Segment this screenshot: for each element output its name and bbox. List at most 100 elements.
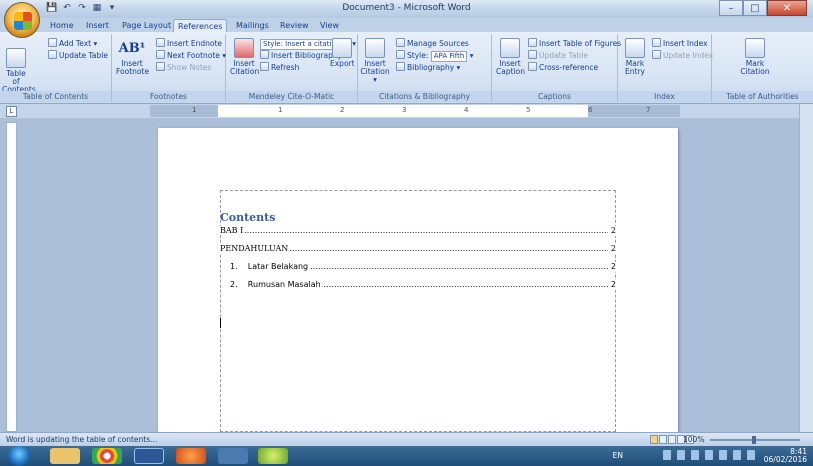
insert-index-icon (652, 38, 661, 47)
file-explorer-icon[interactable] (50, 448, 80, 464)
insert-footnote-label-2: Footnote (116, 67, 150, 76)
toc-entry[interactable]: …………………………………………………………………………………………………………… (220, 262, 616, 272)
word-taskbar-icon[interactable] (134, 448, 164, 464)
text-cursor (220, 318, 221, 328)
print-layout-view-icon[interactable] (650, 435, 658, 444)
insert-caption-button[interactable]: Insert Caption (496, 38, 525, 76)
captions-update-table-label: Update Table (539, 51, 588, 60)
volume-icon[interactable] (733, 450, 741, 460)
group-label-authorities: Table of Authorities (712, 91, 813, 102)
toc-entry[interactable]: …………………………………………………………………………………………………………… (220, 226, 616, 236)
ruler-bar: L 1 1 2 3 4 5 6 7 (0, 104, 813, 118)
group-label-index: Index (618, 91, 711, 102)
tab-review[interactable]: Review (276, 19, 313, 32)
refresh-icon (260, 62, 269, 71)
ruler-number: 2 (340, 106, 345, 114)
tray-icon[interactable] (677, 450, 685, 460)
insert-footnote-button[interactable]: AB¹ Insert Footnote (116, 38, 150, 76)
toc-entry-page: 2 (609, 280, 616, 290)
paint-icon[interactable] (218, 448, 248, 464)
vertical-scrollbar[interactable] (799, 104, 813, 432)
clock[interactable]: 8:41 06/02/2016 (764, 448, 807, 464)
zoom-slider-handle[interactable] (752, 436, 756, 444)
tray-icon[interactable] (663, 450, 671, 460)
bibliography-icon (396, 62, 405, 71)
flag-icon[interactable] (747, 450, 755, 460)
update-table-button[interactable]: Update Table (48, 50, 108, 61)
group-footnotes: AB¹ Insert Footnote Insert Endnote Next … (112, 34, 226, 102)
ruler-number: 7 (646, 106, 651, 114)
ruler-number: 6 (588, 106, 593, 114)
update-table-label: Update Table (59, 51, 108, 60)
clock-date: 06/02/2016 (763, 455, 807, 464)
toc-entry[interactable]: …………………………………………………………………………………………………………… (220, 244, 616, 254)
tab-view[interactable]: View (316, 19, 343, 32)
table-of-contents-button[interactable]: Table of Contents (2, 48, 36, 94)
next-footnote-icon (156, 50, 165, 59)
bibliography-label: Bibliography (407, 63, 455, 72)
update-index-button[interactable]: Update Index (652, 50, 713, 61)
cross-reference-label: Cross-reference (539, 63, 599, 72)
close-button[interactable]: ✕ (767, 0, 807, 16)
group-label-mendeley: Mendeley Cite-O-Matic (226, 91, 357, 102)
toc-entry-label: BAB I (220, 226, 245, 235)
tray-icon[interactable] (719, 450, 727, 460)
export-button[interactable]: Export (330, 38, 355, 68)
group-table-of-contents: Table of Contents Add Text ▾ Update Tabl… (0, 34, 112, 102)
style-value: APA Fifth (430, 51, 468, 62)
manage-sources-label: Manage Sources (407, 39, 469, 48)
ribbon: Table of Contents Add Text ▾ Update Tabl… (0, 32, 813, 104)
tray-icon[interactable] (705, 450, 713, 460)
ruler-number: 3 (402, 106, 407, 114)
tab-mailings[interactable]: Mailings (232, 19, 273, 32)
vertical-ruler[interactable] (6, 122, 17, 432)
tab-selector-icon[interactable]: L (6, 106, 17, 117)
update-table-icon (48, 50, 57, 59)
tray-icon[interactable] (691, 450, 699, 460)
captions-update-table-button[interactable]: Update Table (528, 50, 588, 61)
insert-table-of-figures-button[interactable]: Insert Table of Figures (528, 38, 621, 49)
tab-insert[interactable]: Insert (82, 19, 113, 32)
insert-citation-button[interactable]: Insert Citation ▾ (360, 38, 390, 84)
mark-citation-label-2: Citation (740, 67, 770, 76)
ruler-number: 4 (464, 106, 469, 114)
title-bar: 💾 ↶ ↷ ▦ ▾ Document3 - Microsoft Word – □… (0, 0, 813, 18)
next-footnote-button[interactable]: Next Footnote ▾ (156, 50, 226, 61)
toc-entry[interactable]: …………………………………………………………………………………………………………… (220, 280, 616, 290)
full-screen-reading-view-icon[interactable] (659, 435, 667, 444)
horizontal-ruler[interactable]: 1 1 2 3 4 5 6 7 (150, 105, 680, 117)
mark-citation-button[interactable]: Mark Citation (738, 38, 772, 76)
app-icon[interactable] (258, 448, 288, 464)
status-bar: Word is updating the table of contents..… (0, 432, 813, 446)
insert-endnote-icon (156, 38, 165, 47)
show-notes-button[interactable]: Show Notes (156, 62, 211, 73)
minimize-button[interactable]: – (719, 0, 743, 16)
firefox-icon[interactable] (176, 448, 206, 464)
chrome-icon[interactable] (92, 448, 122, 464)
refresh-button[interactable]: Refresh (260, 62, 299, 73)
web-layout-view-icon[interactable] (668, 435, 676, 444)
manage-sources-button[interactable]: Manage Sources (396, 38, 469, 49)
office-button[interactable] (4, 2, 40, 38)
maximize-button[interactable]: □ (743, 0, 767, 16)
add-text-button[interactable]: Add Text ▾ (48, 38, 97, 49)
bibliography-button[interactable]: Bibliography ▾ (396, 62, 460, 73)
zoom-level[interactable]: 100% (683, 435, 704, 444)
insert-endnote-button[interactable]: Insert Endnote (156, 38, 222, 49)
style-dropdown[interactable]: Style: APA Fifth ▾ (396, 50, 473, 62)
group-index: Mark Entry Insert Index Update Index Ind… (618, 34, 713, 102)
mendeley-insert-label-2: Citation (230, 67, 260, 76)
tab-page-layout[interactable]: Page Layout (118, 19, 175, 32)
tab-references[interactable]: References (173, 19, 228, 32)
mendeley-insert-citation-button[interactable]: Insert Citation (230, 38, 260, 76)
language-indicator[interactable]: EN (613, 451, 623, 460)
window-title: Document3 - Microsoft Word (342, 3, 471, 13)
mark-entry-button[interactable]: Mark Entry (622, 38, 648, 76)
cross-reference-button[interactable]: Cross-reference (528, 62, 598, 73)
tab-home[interactable]: Home (46, 19, 78, 32)
insert-table-of-figures-label: Insert Table of Figures (539, 39, 622, 48)
group-label-footnotes: Footnotes (112, 91, 225, 102)
toc-label-1: Table of (6, 69, 26, 86)
insert-index-button[interactable]: Insert Index (652, 38, 708, 49)
start-button-icon[interactable] (8, 446, 30, 466)
